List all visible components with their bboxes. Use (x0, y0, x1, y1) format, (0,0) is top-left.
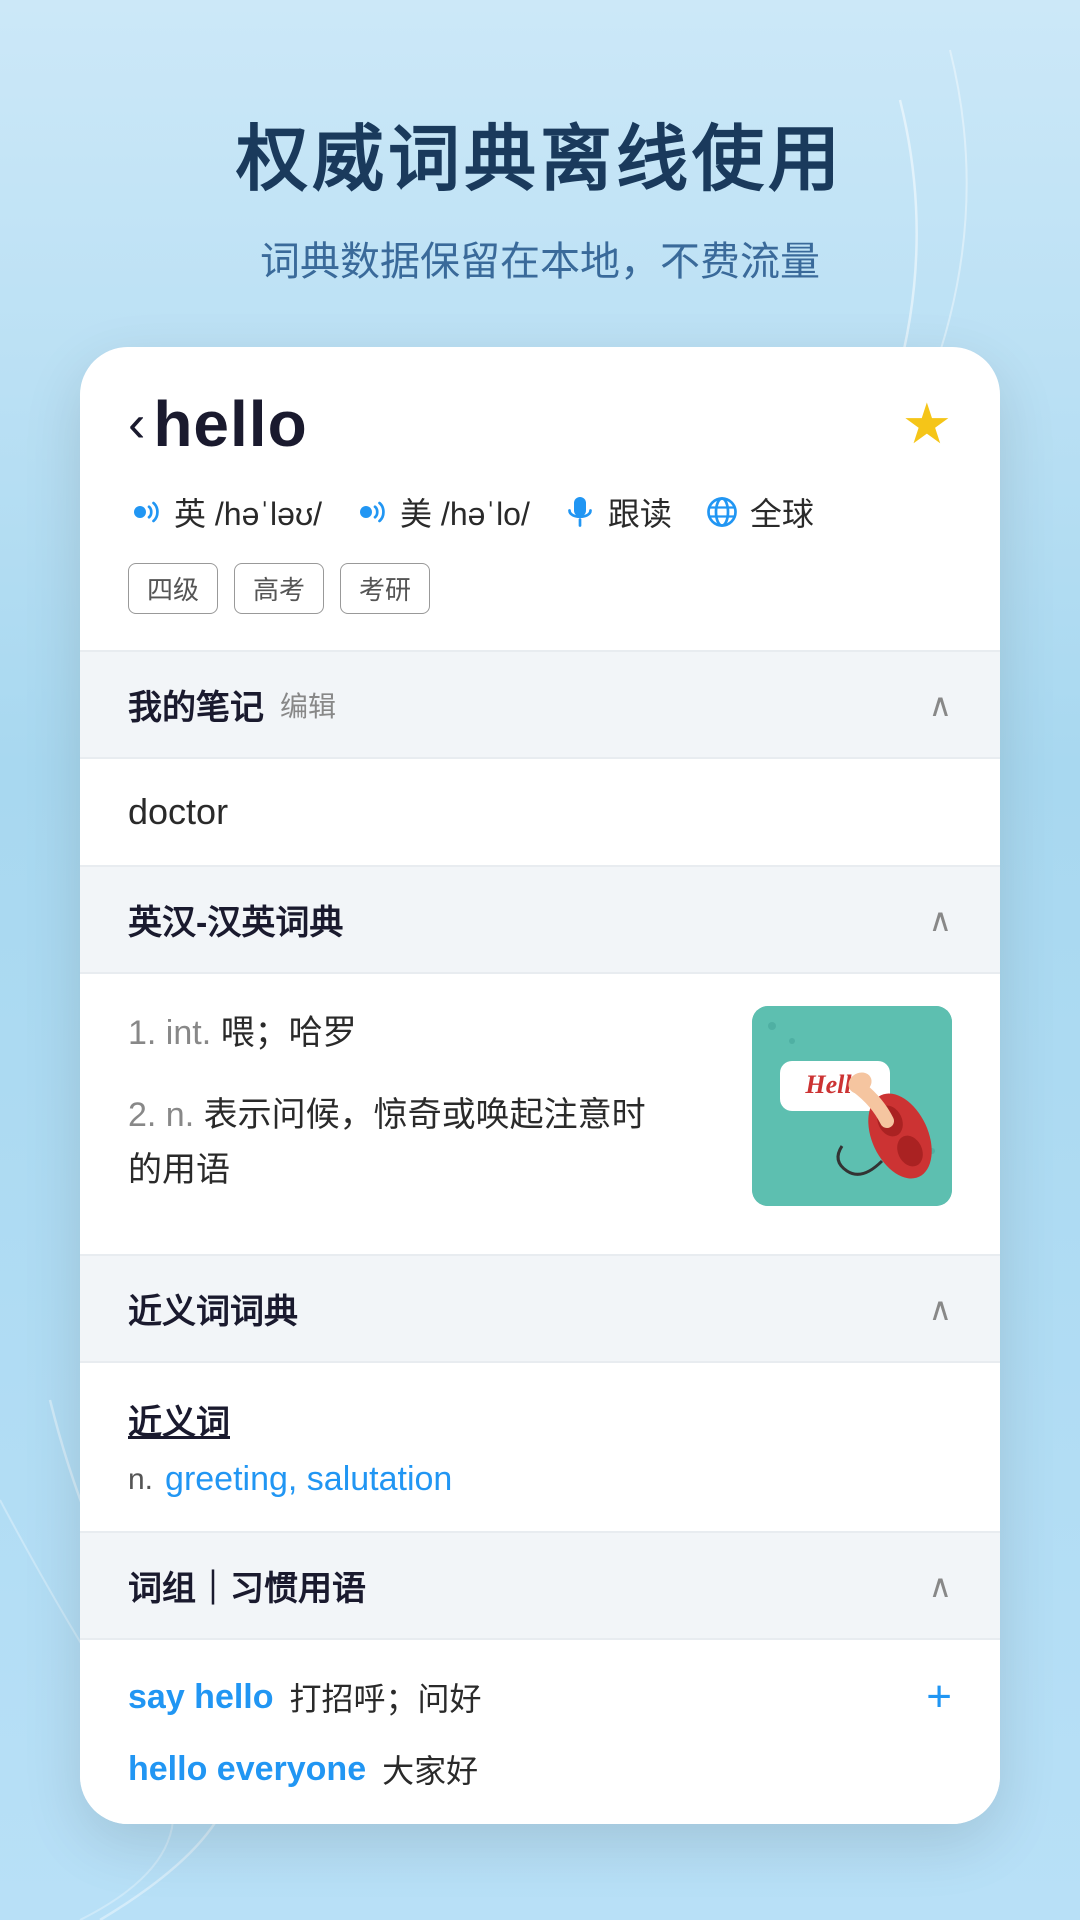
british-sound-icon[interactable] (128, 494, 164, 530)
follow-read-button[interactable]: 跟读 (562, 489, 672, 535)
phrase-text-group-2: hello everyone 大家好 (128, 1746, 952, 1792)
phrase-text-group-1: say hello 打招呼；问好 (128, 1674, 926, 1720)
phrase-cn-2: 大家好 (382, 1746, 478, 1792)
syn-label: 近义词 (128, 1395, 952, 1444)
dictionary-card: ‹ hello ★ 英 /həˈləʊ/ (80, 347, 1000, 1824)
phonetics-row: 英 /həˈləʊ/ 美 /həˈlo/ (128, 489, 952, 535)
phrase-add-1[interactable]: + (926, 1672, 952, 1722)
american-phonetic[interactable]: 美 /həˈlo/ (354, 489, 530, 535)
dict-item-1: 1. int. 喂；哈罗 (128, 1006, 728, 1060)
notes-title-group: 我的笔记 编辑 (128, 680, 336, 729)
notes-text: doctor (128, 791, 228, 832)
phrase-en-1[interactable]: say hello (128, 1678, 274, 1717)
notes-section-header[interactable]: 我的笔记 编辑 ∧ (80, 652, 1000, 757)
notes-content: doctor (80, 759, 1000, 865)
dict-def-2: 2. n. 表示问候，惊奇或唤起注意时的用语 (128, 1096, 646, 1188)
back-chevron-icon[interactable]: ‹ (128, 398, 145, 450)
mic-icon (562, 494, 598, 530)
dict-item-2: 2. n. 表示问候，惊奇或唤起注意时的用语 (128, 1088, 728, 1197)
subline: 词典数据保留在本地，不费流量 (236, 229, 844, 287)
word-display: hello (153, 387, 307, 461)
dict-def-1: 1. int. 喂；哈罗 (128, 1014, 357, 1052)
tag-gaokao: 高考 (234, 563, 324, 614)
dict-content: 1. int. 喂；哈罗 2. n. 表示问候，惊奇或唤起注意时的用语 (80, 974, 1000, 1254)
globe-icon (704, 494, 740, 530)
dict-chevron-icon: ∧ (929, 901, 952, 939)
tags-row: 四级 高考 考研 (128, 563, 952, 614)
notes-title: 我的笔记 (128, 680, 264, 729)
dict-section-header[interactable]: 英汉-汉英词典 ∧ (80, 867, 1000, 972)
syn-pos: n. (128, 1463, 153, 1497)
american-phonetic-text: 美 /həˈlo/ (400, 489, 530, 535)
follow-read-label: 跟读 (608, 489, 672, 535)
american-sound-icon[interactable] (354, 494, 390, 530)
global-button[interactable]: 全球 (704, 489, 814, 535)
hello-illustration: Hello (752, 1006, 952, 1206)
phrase-chevron-icon: ∧ (929, 1567, 952, 1605)
headline: 权威词典离线使用 (236, 100, 844, 205)
phrase-cn-1: 打招呼；问好 (290, 1674, 482, 1720)
syn-section-header[interactable]: 近义词词典 ∧ (80, 1256, 1000, 1361)
word-back[interactable]: ‹ hello (128, 387, 308, 461)
favorite-star-icon[interactable]: ★ (902, 391, 952, 457)
top-header: 权威词典离线使用 词典数据保留在本地，不费流量 (176, 100, 904, 287)
hello-svg: Hello (752, 1006, 952, 1206)
british-phonetic[interactable]: 英 /həˈləʊ/ (128, 489, 322, 535)
syn-row: n. greeting, salutation (128, 1460, 952, 1499)
syn-title: 近义词词典 (128, 1284, 298, 1333)
word-header: ‹ hello ★ 英 /həˈləʊ/ (80, 347, 1000, 650)
word-title-row: ‹ hello ★ (128, 387, 952, 461)
phrase-en-2[interactable]: hello everyone (128, 1750, 366, 1789)
tag-cet4: 四级 (128, 563, 218, 614)
dict-definitions: 1. int. 喂；哈罗 2. n. 表示问候，惊奇或唤起注意时的用语 (128, 1006, 728, 1206)
phrase-item-2: hello everyone 大家好 (128, 1746, 952, 1792)
phrase-item-1: say hello 打招呼；问好 + (128, 1672, 952, 1722)
notes-chevron-icon: ∧ (929, 686, 952, 724)
dict-title: 英汉-汉英词典 (128, 895, 343, 944)
british-phonetic-text: 英 /həˈləʊ/ (174, 489, 322, 535)
syn-content: 近义词 n. greeting, salutation (80, 1363, 1000, 1531)
phrase-section-header[interactable]: 词组｜习惯用语 ∧ (80, 1533, 1000, 1638)
global-label: 全球 (750, 489, 814, 535)
tag-kaoyan: 考研 (340, 563, 430, 614)
phrase-content: say hello 打招呼；问好 + hello everyone 大家好 (80, 1640, 1000, 1824)
syn-chevron-icon: ∧ (929, 1290, 952, 1328)
syn-words[interactable]: greeting, salutation (165, 1460, 452, 1499)
phrase-title: 词组｜习惯用语 (128, 1561, 366, 1610)
notes-edit-button[interactable]: 编辑 (280, 685, 336, 725)
